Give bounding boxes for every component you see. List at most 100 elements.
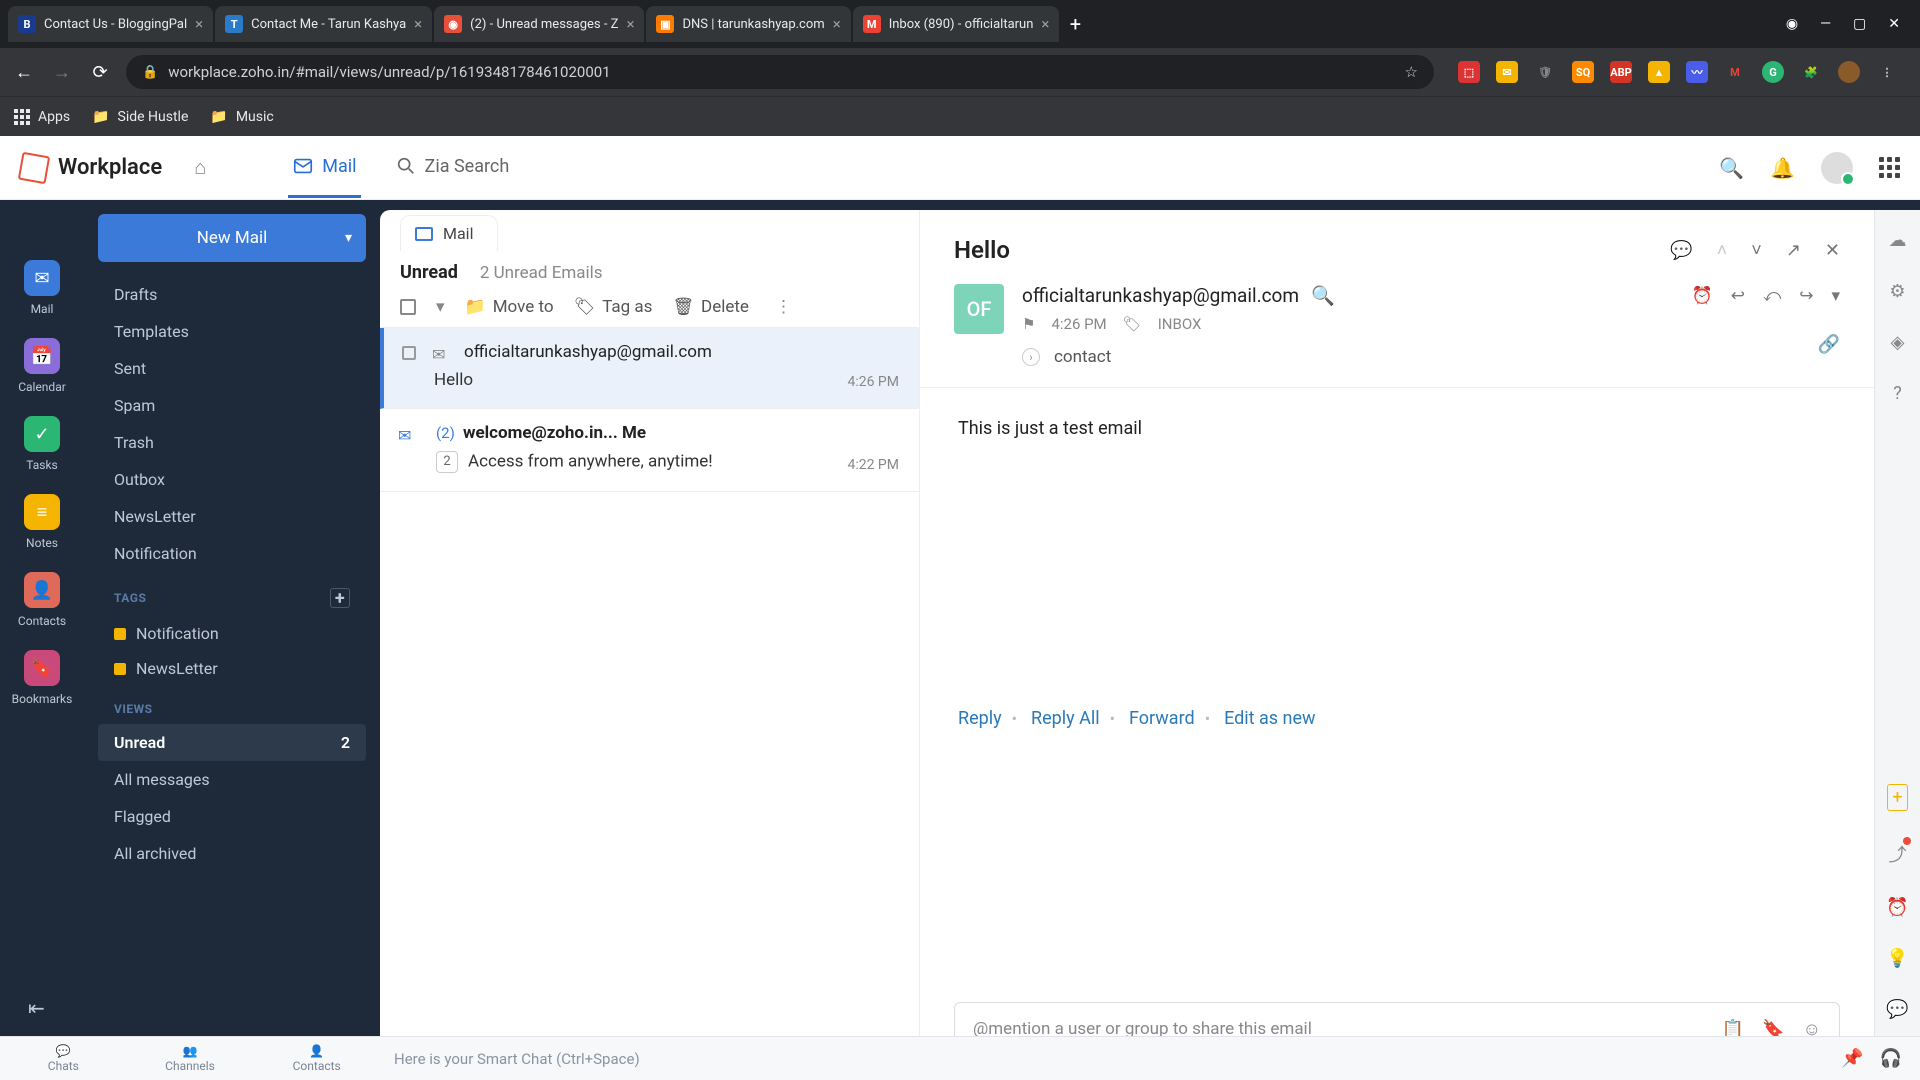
- next-icon[interactable]: ˅: [1751, 240, 1762, 261]
- tag-as-button[interactable]: 🏷 Tag as: [574, 297, 653, 317]
- apps-launcher-icon[interactable]: [1879, 157, 1900, 178]
- close-icon[interactable]: ✕: [1825, 240, 1840, 261]
- view-flagged[interactable]: Flagged: [98, 798, 366, 835]
- bulb-icon[interactable]: 💡: [1886, 948, 1908, 969]
- close-icon[interactable]: ×: [195, 15, 203, 33]
- chevron-down-icon[interactable]: ▾: [436, 297, 445, 317]
- extension-icon[interactable]: ▲: [1648, 61, 1670, 83]
- comment-icon[interactable]: 💬: [1670, 240, 1692, 261]
- address-bar[interactable]: 🔒 workplace.zoho.in/#mail/views/unread/p…: [126, 55, 1434, 89]
- extensions-menu-icon[interactable]: 🧩: [1800, 61, 1822, 83]
- pin-icon[interactable]: 📌: [1841, 1048, 1863, 1069]
- alarm-icon[interactable]: ⏰: [1886, 897, 1908, 918]
- message-row[interactable]: ✉ (2) welcome@zoho.in... Me 2Access from…: [380, 409, 919, 492]
- folder-outbox[interactable]: Outbox: [98, 461, 366, 498]
- home-icon[interactable]: ⌂: [194, 155, 206, 180]
- chat-tab-contacts[interactable]: 👤Contacts: [253, 1044, 380, 1073]
- folder-templates[interactable]: Templates: [98, 313, 366, 350]
- flag-icon[interactable]: ⚑: [1022, 315, 1035, 333]
- delete-button[interactable]: 🗑 Delete: [672, 297, 749, 317]
- chat-tab-channels[interactable]: 👥Channels: [127, 1044, 254, 1073]
- folder-drafts[interactable]: Drafts: [98, 276, 366, 313]
- forward-link[interactable]: Forward: [1129, 708, 1195, 729]
- add-widget-icon[interactable]: +: [1887, 784, 1907, 811]
- gear-icon[interactable]: ⚙: [1889, 281, 1905, 302]
- rail-notes[interactable]: ≡ Notes: [24, 494, 60, 550]
- rail-tasks[interactable]: ✓ Tasks: [24, 416, 60, 472]
- extension-icon[interactable]: ✉: [1496, 61, 1518, 83]
- minimize-icon[interactable]: —: [1820, 16, 1831, 32]
- forward-button[interactable]: →: [50, 62, 74, 83]
- collapse-icon[interactable]: ⇤: [28, 996, 45, 1020]
- select-all-checkbox[interactable]: [400, 299, 416, 315]
- extension-icon[interactable]: G: [1762, 61, 1784, 83]
- view-all-archived[interactable]: All archived: [98, 835, 366, 872]
- close-window-icon[interactable]: ✕: [1888, 16, 1900, 32]
- rail-contacts[interactable]: 👤 Contacts: [18, 572, 66, 628]
- extension-icon[interactable]: ABP: [1610, 61, 1632, 83]
- folder-notification[interactable]: Notification: [98, 535, 366, 572]
- add-tag-button[interactable]: +: [330, 588, 350, 608]
- tag-newsletter[interactable]: NewsLetter: [98, 651, 366, 686]
- rail-calendar[interactable]: 📅 Calendar: [18, 338, 66, 394]
- browser-tab[interactable]: M Inbox (890) - officialtarun ×: [853, 6, 1060, 42]
- brand[interactable]: Workplace: [20, 154, 162, 182]
- extension-icon[interactable]: M: [1724, 61, 1746, 83]
- back-button[interactable]: ←: [12, 62, 36, 83]
- close-icon[interactable]: ×: [626, 15, 634, 33]
- reply-link[interactable]: Reply: [958, 708, 1002, 729]
- close-icon[interactable]: ×: [833, 15, 841, 33]
- tab-mail[interactable]: Mail: [400, 215, 498, 251]
- prev-icon[interactable]: ˄: [1717, 240, 1728, 261]
- bell-icon[interactable]: 🔔: [1770, 156, 1795, 180]
- browser-tab[interactable]: T Contact Me - Tarun Kashya ×: [215, 6, 432, 42]
- close-icon[interactable]: ×: [1041, 15, 1049, 33]
- browser-tab[interactable]: ▣ DNS | tarunkashyap.com ×: [646, 6, 850, 42]
- tag-icon[interactable]: 🏷: [1123, 315, 1142, 333]
- close-icon[interactable]: ×: [414, 15, 422, 33]
- reply-all-icon[interactable]: ⤺: [1763, 286, 1781, 306]
- star-icon[interactable]: ☆: [1405, 63, 1418, 81]
- view-unread[interactable]: Unread 2: [98, 724, 366, 761]
- row-checkbox[interactable]: [402, 346, 416, 360]
- new-mail-button[interactable]: New Mail ▾: [98, 214, 366, 262]
- folder-spam[interactable]: Spam: [98, 387, 366, 424]
- more-icon[interactable]: ⋮: [775, 297, 792, 317]
- extension-icon[interactable]: 〰: [1686, 61, 1708, 83]
- extension-icon[interactable]: ⬚: [1458, 61, 1480, 83]
- browser-tab-active[interactable]: ◉ (2) - Unread messages - Z ×: [434, 6, 644, 42]
- extension-icon[interactable]: SQ: [1572, 61, 1594, 83]
- folder-sent[interactable]: Sent: [98, 350, 366, 387]
- nav-zia-search[interactable]: Zia Search: [391, 137, 514, 198]
- search-icon[interactable]: 🔍: [1719, 156, 1744, 180]
- snooze-icon[interactable]: ⏰: [1692, 286, 1713, 306]
- folder-newsletter[interactable]: NewsLetter: [98, 498, 366, 535]
- tag-notification[interactable]: Notification: [98, 616, 366, 651]
- theme-icon[interactable]: ☁: [1889, 230, 1907, 251]
- chevron-down-icon[interactable]: ▾: [1831, 286, 1840, 306]
- rail-mail[interactable]: ✉ Mail: [24, 260, 60, 316]
- folder-trash[interactable]: Trash: [98, 424, 366, 461]
- edit-as-new-link[interactable]: Edit as new: [1224, 708, 1316, 729]
- chevron-down-icon[interactable]: ▾: [345, 230, 352, 246]
- headset-icon[interactable]: 🎧: [1880, 1048, 1902, 1069]
- expand-recipients-icon[interactable]: ›: [1022, 348, 1040, 366]
- popout-icon[interactable]: ↗: [1786, 240, 1801, 261]
- new-tab-button[interactable]: +: [1061, 10, 1089, 38]
- search-sender-icon[interactable]: 🔍: [1311, 284, 1335, 307]
- account-icon[interactable]: ◉: [1786, 16, 1798, 32]
- browser-tab[interactable]: B Contact Us - BloggingPal ×: [8, 6, 213, 42]
- view-all-messages[interactable]: All messages: [98, 761, 366, 798]
- help-icon[interactable]: ?: [1893, 383, 1902, 404]
- extension-icon[interactable]: 🛡: [1534, 61, 1556, 83]
- rail-bookmarks[interactable]: 🔖 Bookmarks: [12, 650, 73, 706]
- nav-mail[interactable]: Mail: [288, 137, 360, 198]
- bookmark-folder[interactable]: 📁 Music: [210, 109, 273, 125]
- feedback-icon[interactable]: 💬: [1886, 999, 1908, 1020]
- maximize-icon[interactable]: ▢: [1853, 16, 1866, 32]
- chrome-menu-icon[interactable]: ⋮: [1876, 61, 1898, 83]
- message-row[interactable]: ✉ officialtarunkashyap@gmail.com Hello 4…: [380, 328, 919, 409]
- bookmark-folder[interactable]: 📁 Side Hustle: [92, 109, 188, 125]
- reply-all-link[interactable]: Reply All: [1031, 708, 1100, 729]
- bookmark-apps[interactable]: Apps: [14, 109, 70, 125]
